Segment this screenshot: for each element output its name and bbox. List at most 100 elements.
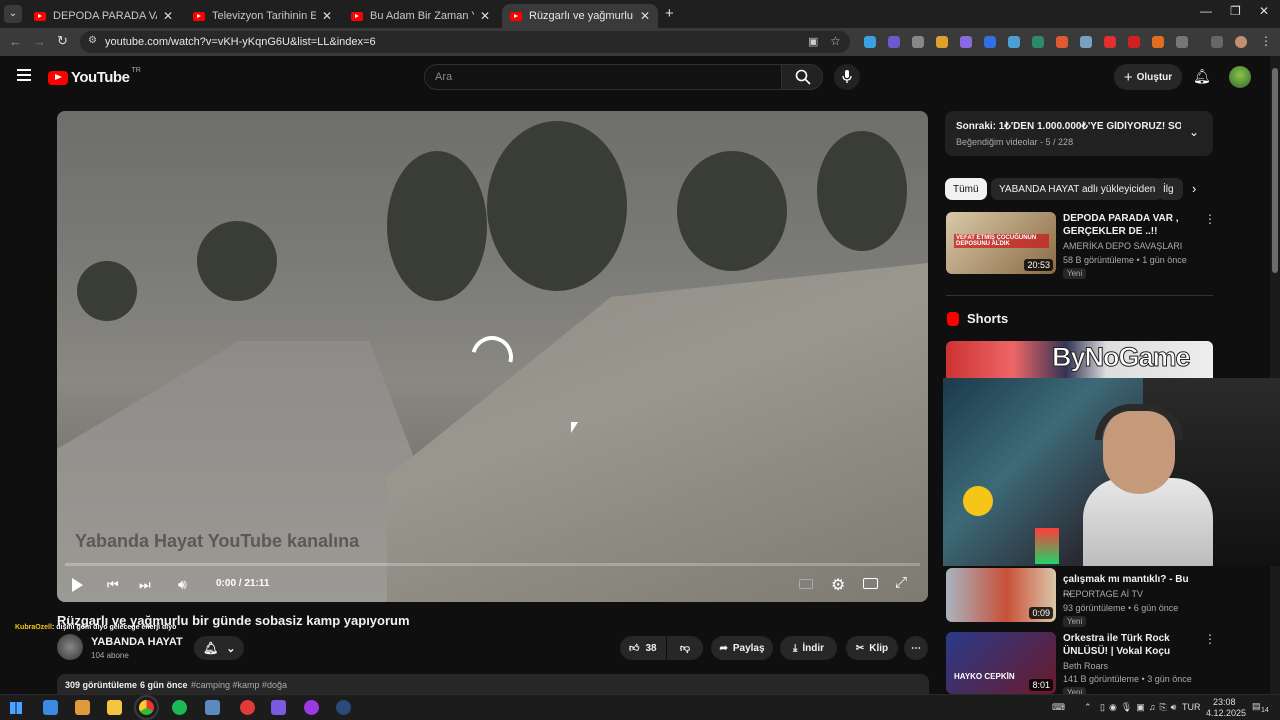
scrollbar-thumb[interactable] [1272,68,1278,273]
browser-tab-active[interactable]: Rüzgarlı ve yağmurlu bir günde✕ [502,4,658,28]
site-info-icon[interactable]: ⚙ [88,35,97,46]
tab-search-button[interactable]: ⌄ [4,5,22,23]
taskbar-app-icon[interactable] [240,700,255,715]
extension-icon[interactable] [1152,36,1164,48]
reading-list-icon[interactable] [1211,36,1223,48]
browser-tab[interactable]: Bu Adam Bir Zaman Yolcusu Ol✕ [343,4,498,28]
reload-icon[interactable]: ↻ [57,33,68,49]
download-button[interactable]: ⤓ İndir [780,636,837,660]
share-button[interactable]: ➦ Paylaş [711,636,773,660]
like-button[interactable]: 👍︎ 38 [620,636,666,660]
browser-menu-icon[interactable]: ⋮ [1260,34,1272,48]
extension-icon[interactable] [912,36,924,48]
captions-icon[interactable] [799,579,813,589]
close-tab-icon[interactable]: ✕ [480,9,490,23]
more-actions-button[interactable]: ⋯ [904,636,928,660]
progress-bar[interactable] [65,563,920,566]
chevron-down-icon[interactable]: ⌄ [1189,125,1199,139]
more-options-icon[interactable]: ⋮ [1204,212,1216,226]
forward-icon[interactable]: → [33,34,46,49]
close-tab-icon[interactable]: ✕ [163,9,173,23]
theater-mode-icon[interactable] [863,578,878,589]
taskbar-app-icon[interactable] [75,700,90,715]
hamburger-menu-icon[interactable] [17,69,31,81]
close-tab-icon[interactable]: ✕ [640,9,650,23]
video-player[interactable]: Yabanda Hayat YouTube kanalına ⏮︎ ⏭︎ 🔊︎ … [57,111,928,602]
video-thumbnail[interactable]: VEFAT ETMİŞ ÇOCUĞUNUN DEPOSUNU ALDIK 20:… [946,212,1056,274]
extensions-puzzle-icon[interactable] [1176,36,1188,48]
search-button[interactable] [781,64,823,90]
more-options-icon[interactable]: ⋮ [1204,632,1216,646]
new-tab-button[interactable]: + [665,5,674,22]
extension-icon[interactable] [888,36,900,48]
taskbar-app-icon[interactable] [304,700,319,715]
account-avatar[interactable] [1229,66,1251,88]
extension-icon[interactable] [936,36,948,48]
chrome-icon[interactable] [134,695,159,720]
list-item[interactable]: VEFAT ETMİŞ ÇOCUĞUNUN DEPOSUNU ALDIK 20:… [946,212,1216,279]
minimize-button[interactable]: — [1200,4,1212,18]
restore-button[interactable]: ❐ [1230,4,1241,18]
cast-icon[interactable]: ▣ [808,35,818,48]
create-button[interactable]: + Oluştur [1114,64,1182,90]
extension-icon[interactable] [1008,36,1020,48]
taskbar-app-icon[interactable] [43,700,58,715]
hashtags[interactable]: #camping #kamp #doğa [191,680,287,690]
windows-start-icon[interactable] [10,702,22,714]
extension-icon[interactable] [960,36,972,48]
next-button[interactable]: ⏭︎ [139,577,151,593]
clip-button[interactable]: ✂ Klip [846,636,898,660]
extension-icon[interactable] [984,36,996,48]
tray-icons[interactable]: ▯◉🎙︎▣♫⎘🔊︎ [1100,702,1180,713]
close-window-button[interactable]: ✕ [1259,4,1269,18]
browser-tab[interactable]: DEPODA PARADA VAR , GERÇEKLER✕ [26,4,181,28]
list-item[interactable]: 0:09 çalışmak mı mantıklı? - Bu ... REPO… [946,568,1214,627]
chip-all[interactable]: Tümü [945,178,987,200]
description-box[interactable]: 309 görüntüleme 6 gün önce #camping #kam… [57,674,929,696]
chip-related[interactable]: İlg [1157,178,1183,200]
fullscreen-icon[interactable]: ⤢ [895,574,907,591]
address-bar[interactable]: ⚙ youtube.com/watch?v=vKH-yKqnG6U&list=L… [80,31,850,53]
video-thumbnail[interactable]: HAYKO CEPKİN 8:01 [946,632,1056,694]
extension-icon[interactable] [864,36,876,48]
chip-uploader[interactable]: YABANDA HAYAT adlı yükleyiciden [991,178,1164,200]
chevron-right-icon[interactable]: › [1192,181,1196,196]
bookmark-star-icon[interactable]: ☆ [830,34,841,48]
extension-icon[interactable] [1080,36,1092,48]
back-icon[interactable]: ← [9,34,22,49]
notifications-bell-icon[interactable]: 🔔︎ [1193,68,1211,85]
taskbar-app-icon[interactable] [205,700,220,715]
shorts-thumbnail[interactable]: ByNoGame [946,341,1213,379]
language-indicator[interactable]: TUR [1182,702,1201,712]
dislike-button[interactable]: 👎︎ [667,636,703,660]
subscription-bell-button[interactable]: 🔔︎ ⌄ [194,636,244,660]
previous-button[interactable]: ⏮︎ [107,577,119,593]
channel-name-main[interactable]: YABANDA HAYAT [91,636,183,648]
browser-tab[interactable]: Televizyon Tarihinin En İğrenç A✕ [185,4,340,28]
file-explorer-icon[interactable] [107,700,122,715]
taskbar-app-icon[interactable] [271,700,286,715]
spotify-icon[interactable] [172,700,187,715]
close-tab-icon[interactable]: ✕ [322,9,332,23]
search-input[interactable]: Ara [424,64,782,90]
notification-center-icon[interactable]: ▤ [1252,701,1261,712]
settings-gear-icon[interactable]: ⚙ [831,575,845,595]
play-button[interactable] [72,578,83,592]
volume-icon[interactable]: 🔊︎ [178,576,187,593]
extension-icon[interactable] [1032,36,1044,48]
extension-icon[interactable] [1056,36,1068,48]
list-item[interactable]: HAYKO CEPKİN 8:01 Orkestra ile Türk Rock… [946,632,1216,698]
clock-time[interactable]: 23:08 [1213,697,1236,707]
keyboard-icon[interactable]: ⌨ [1052,702,1065,713]
youtube-logo[interactable]: YouTube TR [48,67,141,86]
video-thumbnail[interactable]: 0:09 [946,568,1056,622]
tray-chevron-icon[interactable]: ⌃ [1084,702,1092,713]
playlist-panel[interactable]: Sonraki: 1₺'DEN 1.000.000₺'YE GİDİYORUZ!… [945,111,1213,156]
clock-date[interactable]: 4.12.2025 [1206,708,1246,718]
extension-icon[interactable] [1104,36,1116,48]
channel-avatar[interactable] [57,634,83,660]
voice-search-button[interactable] [834,64,860,90]
profile-avatar-icon[interactable] [1235,36,1247,48]
steam-icon[interactable] [336,700,351,715]
extension-icon[interactable] [1128,36,1140,48]
